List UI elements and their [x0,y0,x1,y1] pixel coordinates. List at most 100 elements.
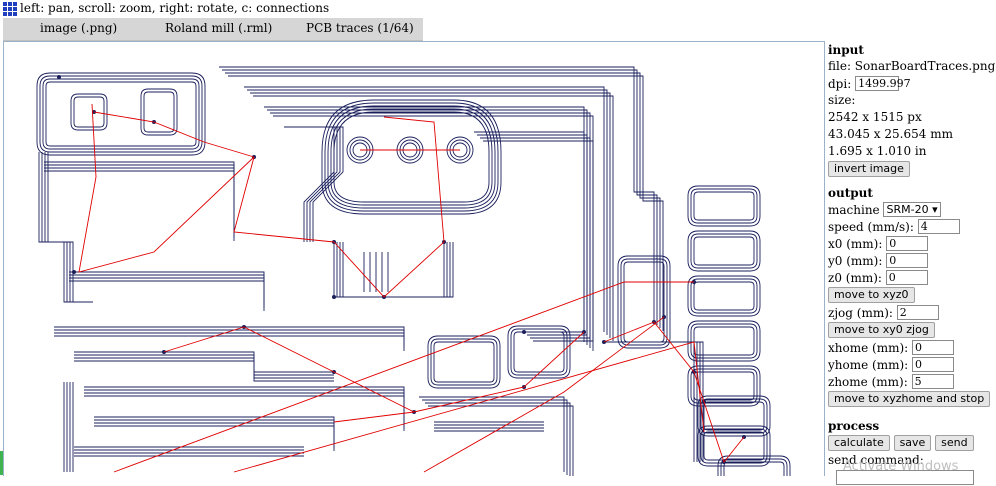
trace-path [474,131,585,333]
rapid-move-line [423,316,665,473]
trace-path [69,280,265,311]
y0-input[interactable]: 0 [886,253,929,268]
trace-path [41,152,87,303]
trace-outline [73,96,105,128]
via-dot [332,295,336,299]
trace-outline [45,81,197,147]
yhome-input[interactable]: 0 [912,357,955,372]
trace-path [94,419,335,445]
trace-outline [433,341,495,383]
move-to-xy0-zjog-button[interactable]: move to xy0 zjog [828,322,935,338]
size-px: 2542 x 1515 px [828,110,922,124]
trace-path [480,137,591,339]
trace-path [94,422,335,448]
trace-path [607,341,698,462]
dpi-input[interactable]: 1499.997 [855,76,911,91]
file-name: file: SonarBoardTraces.png [828,59,996,73]
trace-path [419,396,565,472]
send-button[interactable]: send [935,435,974,451]
trace-outline [690,233,758,269]
x0-input[interactable]: 0 [886,236,929,251]
trace-path [273,115,594,351]
speed-input[interactable]: 4 [917,219,960,234]
trace-path [54,329,405,345]
xhome-input[interactable]: 0 [912,340,955,355]
trace-outline [39,75,203,153]
trace-path [610,341,701,462]
trace-path [69,274,265,305]
trace-path [54,326,405,342]
z0-label: z0 (mm): [828,270,882,285]
trace-outline [693,281,755,311]
xhome-label: xhome (mm): [828,340,909,355]
trace-path [267,109,588,345]
grid-app-icon [3,2,17,16]
rapid-move-line [163,326,415,413]
trace-path [228,75,664,331]
trace-path [44,170,235,241]
trace-path [38,152,84,303]
trace-path [225,72,661,328]
trace-outline [690,278,758,314]
trace-path [244,86,605,332]
rapid-move-line [78,103,255,273]
trace-path [44,152,90,303]
trace-path [54,332,405,348]
machine-value: SRM-20 [886,203,929,216]
zjog-input[interactable]: 2 [896,305,939,320]
machine-select[interactable]: SRM-20 ▾ [883,202,941,217]
size-in: 1.695 x 1.010 in [828,144,927,158]
toolpath-view[interactable] [4,42,824,476]
trace-path [425,402,571,476]
speed-label: speed (mm/s): [828,219,914,234]
via-dot [522,330,526,334]
z0-input[interactable]: 0 [885,270,928,285]
trace-path [339,242,451,298]
trace-path [219,66,655,322]
trace-path [284,126,335,242]
trace-path [69,271,265,302]
trace-path [336,242,448,298]
size-mm: 43.045 x 25.654 mm [828,127,953,141]
trace-path [333,242,445,298]
trace-path [47,152,93,303]
trace-path [293,126,344,242]
trace-path [94,416,335,442]
process-section-title: process [828,419,880,433]
rapid-move-line [93,111,335,243]
move-to-xyzhome-and-stop-button[interactable]: move to xyzhome and stop [828,391,991,407]
save-button[interactable]: save [893,435,932,451]
trace-outline [690,323,758,359]
machine-label: machine [828,202,880,217]
trace-outline [690,188,758,224]
trace-outline [693,191,755,221]
trace-outline [140,88,178,136]
rapid-move-line [603,321,745,463]
trace-outline [723,461,785,476]
tab-image-png[interactable]: image (.png) [40,20,117,36]
trace-path [222,69,658,325]
trace-outline [427,335,501,389]
size-label: size: [828,93,856,107]
via-dot [57,75,61,79]
trace-outline [700,428,768,464]
control-panel: input file: SonarBoardTraces.png dpi: 14… [828,42,996,486]
trace-path [264,106,585,342]
trace-path [604,341,695,462]
view-tabs: image (.png) Roland mill (.rml) PCB trac… [3,18,423,41]
trace-path [44,161,235,232]
trace-path [428,405,574,476]
activate-windows-watermark: Activate Windows [843,459,959,474]
tab-roland-mill-rml[interactable]: Roland mill (.rml) [165,20,272,36]
trace-path [422,399,568,475]
toolpath-canvas[interactable] [3,41,825,476]
y0-label: y0 (mm): [828,253,883,268]
zhome-input[interactable]: 5 [911,374,954,389]
tab-pcb-traces[interactable]: PCB traces (1/64) [306,20,414,36]
top-bar: left: pan, scroll: zoom, right: rotate, … [0,0,996,18]
move-to-xyz0-button[interactable]: move to xyz0 [828,287,915,303]
invert-image-button[interactable]: invert image [828,161,910,177]
output-section-title: output [828,186,873,200]
trace-outline [143,91,175,133]
calculate-button[interactable]: calculate [828,435,890,451]
